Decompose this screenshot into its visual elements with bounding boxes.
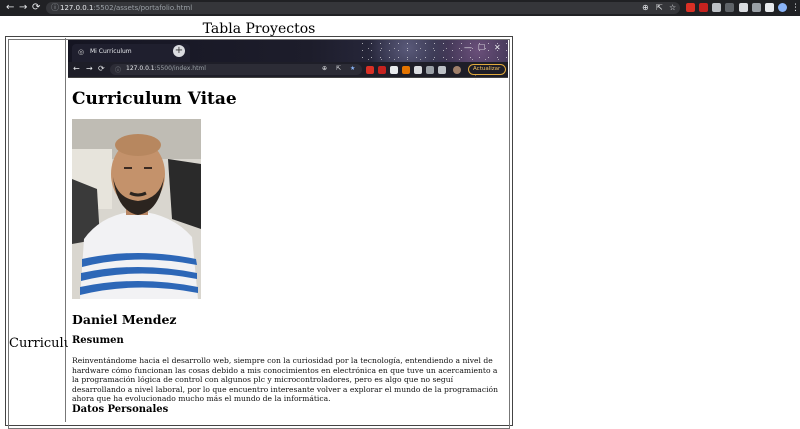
embedded-url: 127.0.0.1:5500/index.html: [126, 65, 206, 72]
extension-abp-icon[interactable]: [699, 3, 708, 12]
minimize-icon: —: [464, 43, 472, 52]
update-button: Actualizar ⋮: [468, 64, 506, 81]
embedded-tab-title: Mi Curriculum: [90, 48, 132, 55]
address-url[interactable]: 127.0.0.1:5502/assets/portafolio.html: [60, 2, 192, 14]
media-icon: [426, 66, 434, 74]
maximize-icon: ☐: [478, 43, 486, 52]
profile-photo: [72, 119, 201, 299]
extension-doc-icon[interactable]: [712, 3, 721, 12]
info-icon[interactable]: ⓘ: [51, 2, 59, 14]
extension-abp-icon: [378, 66, 386, 74]
reload-icon: ⟳: [98, 64, 105, 73]
summary-text: Reinventándome hacia el desarrollo web, …: [72, 356, 498, 404]
extensions-icon[interactable]: [739, 3, 748, 12]
forward-arrow-icon[interactable]: →: [19, 2, 27, 14]
browser-toolbar: ← → ⟳ ⓘ 127.0.0.1:5502/assets/portafolio…: [0, 0, 800, 16]
summary-heading: Resumen: [72, 335, 124, 346]
star-icon[interactable]: ☆: [669, 2, 676, 14]
back-arrow-icon[interactable]: ←: [6, 2, 14, 14]
profile-icon[interactable]: [778, 3, 787, 12]
zoom-icon: ⊕: [322, 65, 328, 72]
kebab-menu-icon[interactable]: ⋮: [791, 2, 800, 14]
embedded-address-bar: ⓘ 127.0.0.1:5500/index.html ⊕ ⇱ ★: [110, 64, 362, 75]
cv-title: Curriculum Vitae: [72, 89, 237, 109]
extensions-icon: [414, 66, 422, 74]
embedded-tab: ◎ Mi Curriculum ✕: [72, 44, 190, 62]
extension-grey-icon[interactable]: [725, 3, 734, 12]
forward-arrow-icon: →: [86, 64, 93, 73]
cv-name: Daniel Mendez: [72, 312, 177, 327]
curriculum-screenshot-image: ◎ Mi Curriculum ✕ + — ☐ ✕ ← → ⟳ ⓘ 127.0.…: [68, 40, 508, 420]
sidebar-icon[interactable]: [765, 3, 774, 12]
info-icon: ⓘ: [115, 67, 122, 74]
extension-red-icon[interactable]: [686, 3, 695, 12]
window-close-icon: ✕: [494, 43, 501, 52]
zoom-icon[interactable]: ⊕: [642, 2, 649, 14]
extension-doc-icon: [390, 66, 398, 74]
personal-data-heading: Datos Personales: [72, 404, 169, 415]
share-icon: ⇱: [336, 65, 342, 72]
share-icon[interactable]: ⇱: [656, 2, 663, 14]
extension-orange-icon: [402, 66, 410, 74]
new-tab-icon: +: [173, 45, 185, 57]
table-column-divider: [65, 38, 66, 422]
sidebar-icon: [438, 66, 446, 74]
profile-icon: [453, 66, 461, 74]
back-arrow-icon: ←: [73, 64, 80, 73]
globe-icon: ◎: [78, 48, 85, 56]
toolbar-divider: [68, 77, 508, 78]
page-title: Tabla Proyectos: [202, 21, 316, 37]
extension-red-icon: [366, 66, 374, 74]
star-icon: ★: [350, 65, 356, 72]
address-bar[interactable]: ⓘ 127.0.0.1:5502/assets/portafolio.html …: [46, 2, 680, 14]
media-icon[interactable]: [752, 3, 761, 12]
reload-icon[interactable]: ⟳: [32, 2, 40, 14]
